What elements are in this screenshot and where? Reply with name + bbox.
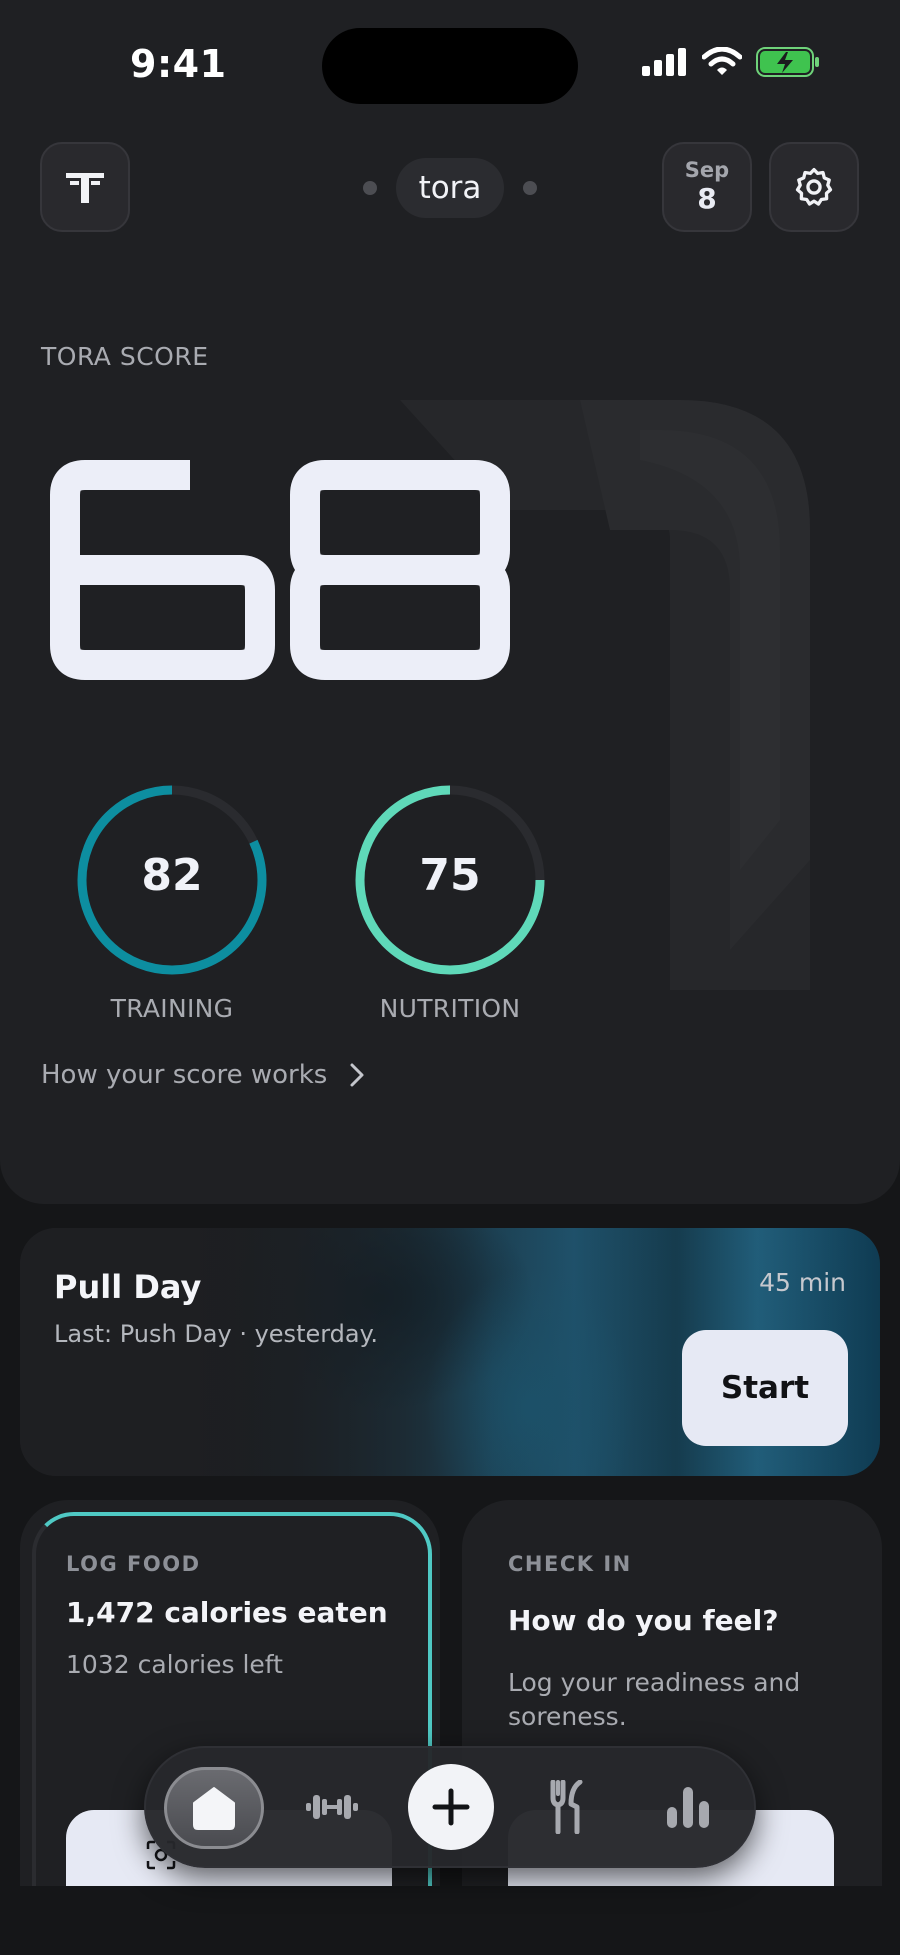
gear-icon (795, 167, 833, 206)
status-icons (642, 46, 820, 78)
dynamic-island (322, 28, 578, 104)
workout-card[interactable]: Pull Day Last: Push Day · yesterday. 45 … (20, 1228, 880, 1476)
tab-home[interactable] (164, 1767, 264, 1849)
score-hero-card: tora Sep 8 TORA SCORE 68 (0, 0, 900, 1204)
check-in-title: How do you feel? (508, 1604, 779, 1637)
page-dot-left (363, 181, 377, 195)
page-dot-right (523, 181, 537, 195)
tab-nutrition[interactable] (522, 1762, 614, 1852)
tab-add[interactable] (408, 1764, 494, 1850)
start-workout-button[interactable]: Start (682, 1330, 848, 1446)
battery-charging-icon (756, 47, 819, 77)
logo-button[interactable] (40, 142, 130, 232)
calories-eaten: 1,472 calories eaten (66, 1596, 388, 1629)
tab-workouts[interactable] (286, 1762, 378, 1852)
date-month: Sep (684, 158, 730, 182)
nutrition-ring[interactable]: 75 NUTRITION (350, 780, 550, 1023)
workout-title: Pull Day (54, 1268, 202, 1306)
brand-pill: tora (396, 158, 504, 218)
tab-progress[interactable] (642, 1762, 734, 1852)
plus-icon (432, 1788, 470, 1826)
how-score-works-link[interactable]: How your score works (41, 1060, 365, 1090)
status-time: 9:41 (130, 42, 227, 86)
dumbbell-icon (306, 1795, 358, 1819)
training-score: 82 (141, 850, 203, 901)
bottom-safe-area (0, 1886, 900, 1955)
fork-knife-icon (550, 1780, 583, 1834)
signal-icon (642, 48, 686, 76)
wifi-icon (702, 47, 742, 75)
nutrition-score: 75 (419, 850, 481, 901)
score-value: 68 (50, 460, 530, 684)
settings-button[interactable] (769, 142, 859, 232)
score-label: TORA SCORE (41, 342, 209, 371)
calories-left: 1032 calories left (66, 1650, 283, 1679)
log-food-eyebrow: LOG FOOD (66, 1552, 201, 1576)
training-ring[interactable]: 82 TRAINING (72, 780, 272, 1023)
workout-duration: 45 min (759, 1268, 846, 1297)
chevron-right-icon (350, 1063, 364, 1087)
top-header: tora Sep 8 (40, 142, 860, 234)
workout-subtitle: Last: Push Day · yesterday. (54, 1320, 379, 1348)
bar-chart-icon (667, 1787, 709, 1828)
status-bar: 9:41 (0, 0, 900, 130)
check-in-subtitle: Log your readiness and soreness. (508, 1668, 801, 1731)
score-digits (50, 460, 510, 680)
date-day: 8 (697, 182, 717, 215)
tora-logo-icon (66, 173, 104, 203)
check-in-eyebrow: CHECK IN (508, 1552, 632, 1576)
training-label: TRAINING (110, 994, 234, 1023)
date-button[interactable]: Sep 8 (662, 142, 752, 232)
nutrition-label: NUTRITION (379, 994, 521, 1023)
how-score-works-label: How your score works (41, 1060, 328, 1090)
home-icon (193, 1787, 235, 1830)
tab-bar (144, 1746, 756, 1868)
